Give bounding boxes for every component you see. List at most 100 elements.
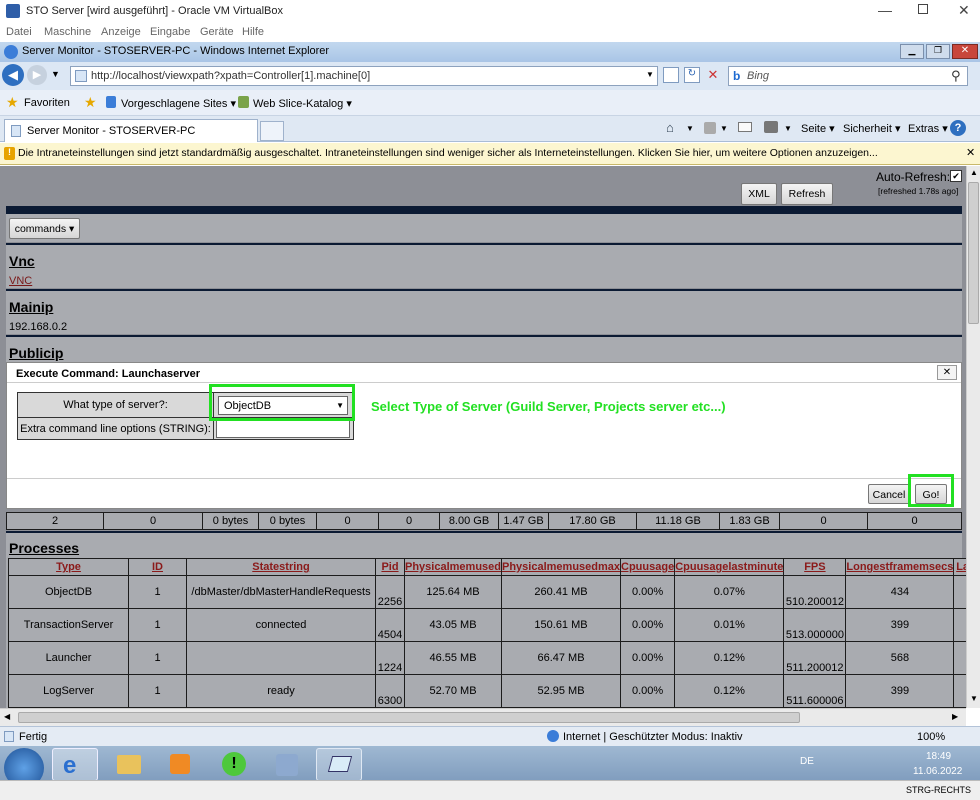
infobar-close-icon[interactable]: ✕	[966, 146, 975, 159]
feeds-dropdown-icon[interactable]: ▼	[720, 124, 728, 133]
processes-table: Type ID Statestring Pid Physicalmemused …	[8, 558, 966, 708]
cell-physicalmemusedmax: 150.61 MB	[500, 608, 622, 642]
menu-eingabe[interactable]: Eingabe	[150, 26, 190, 38]
commands-button[interactable]: commands ▾	[9, 218, 80, 239]
vertical-scroll-thumb[interactable]	[968, 182, 979, 324]
address-field[interactable]: http://localhost/viewxpath?xpath=Control…	[70, 66, 658, 86]
cancel-button[interactable]: Cancel	[868, 484, 910, 504]
summary-cell: 0	[316, 512, 379, 530]
ie-restore-button[interactable]: ❐	[926, 44, 950, 59]
horizontal-scroll-thumb[interactable]	[18, 712, 800, 723]
internet-zone-icon	[547, 730, 559, 742]
mail-icon[interactable]	[738, 122, 752, 132]
home-icon[interactable]: ⌂	[666, 120, 674, 135]
print-dropdown-icon[interactable]: ▼	[784, 124, 792, 133]
col-fps[interactable]: FPS	[783, 558, 847, 576]
information-bar[interactable]: ! Die Intraneteinstellungen sind jetzt s…	[0, 143, 980, 165]
print-icon[interactable]	[764, 121, 778, 133]
virtualbox-icon	[327, 756, 353, 772]
cell-cpuusagelastminute: 0.01%	[674, 608, 785, 642]
address-text: http://localhost/viewxpath?xpath=Control…	[91, 70, 371, 82]
cell-id: 1	[128, 575, 187, 609]
zoom-level[interactable]: 100%	[917, 731, 945, 743]
language-indicator[interactable]: DE	[800, 756, 814, 767]
menu-seite[interactable]: Seite ▾	[801, 122, 835, 135]
col-cpuusage[interactable]: Cpuusage	[620, 558, 676, 576]
clock-time[interactable]: 18:49	[926, 751, 951, 762]
dialog-close-button[interactable]: ✕	[937, 365, 957, 380]
media-icon	[170, 754, 190, 774]
scroll-up-icon[interactable]: ▲	[970, 168, 978, 177]
cell-physicalmemused: 43.05 MB	[404, 608, 502, 642]
suggested-sites-link[interactable]: Vorgeschlagene Sites ▾	[121, 97, 236, 110]
ie-minimize-button[interactable]: ▁	[900, 44, 924, 59]
col-physicalmemused[interactable]: Physicalmemused	[404, 558, 502, 576]
menu-sicherheit[interactable]: Sicherheit ▾	[843, 122, 901, 135]
feeds-icon[interactable]	[704, 122, 716, 134]
summary-table: 2 0 0 bytes 0 bytes 0 0 8.00 GB 1.47 GB …	[6, 512, 962, 530]
vbox-menu-bar: Datei Maschine Anzeige Eingabe Geräte Hi…	[0, 24, 980, 42]
vnc-link[interactable]: VNC	[9, 275, 32, 287]
search-icon[interactable]: ⚲	[951, 68, 961, 84]
page-icon	[75, 70, 87, 82]
cell-id: 1	[128, 674, 187, 708]
back-icon[interactable]: ◀	[2, 64, 24, 86]
stop-icon[interactable]: ✕	[705, 67, 721, 83]
web-slice-icon	[238, 96, 249, 108]
extra-options-input[interactable]	[216, 419, 350, 438]
compat-view-icon[interactable]	[663, 67, 679, 83]
menu-geraete[interactable]: Geräte	[200, 26, 234, 38]
refresh-button[interactable]: Refresh	[781, 183, 833, 205]
maximize-icon[interactable]	[918, 4, 928, 14]
minimize-icon[interactable]: —	[878, 2, 892, 18]
summary-cell: 8.00 GB	[439, 512, 499, 530]
col-id[interactable]: ID	[128, 558, 187, 576]
auto-refresh-checkbox[interactable]: ✔	[950, 170, 962, 182]
menu-maschine[interactable]: Maschine	[44, 26, 91, 38]
processes-heading: Processes	[9, 540, 80, 556]
col-cpuusagelastminute[interactable]: Cpuusagelastminute	[674, 558, 785, 576]
col-statestring[interactable]: Statestring	[186, 558, 376, 576]
cell-fps: 510.200012	[783, 575, 847, 609]
address-dropdown-icon[interactable]: ▼	[646, 70, 654, 79]
col-type[interactable]: Type	[8, 558, 129, 576]
xml-button[interactable]: XML	[741, 183, 777, 205]
scroll-right-icon[interactable]: ▶	[952, 712, 958, 721]
cell-cpuusage: 0.00%	[620, 641, 676, 675]
add-favorite-icon[interactable]: ★	[84, 94, 97, 111]
cell-cpuusagelastminute: 0.07%	[674, 575, 785, 609]
forward-icon[interactable]: ▶	[27, 65, 47, 85]
col-pid[interactable]: Pid	[375, 558, 405, 576]
help-icon[interactable]: ?	[950, 120, 966, 136]
search-field[interactable]: b Bing ⚲	[728, 66, 968, 86]
home-dropdown-icon[interactable]: ▼	[686, 124, 694, 133]
menu-anzeige[interactable]: Anzeige	[101, 26, 141, 38]
menu-extras[interactable]: Extras ▾	[908, 122, 948, 135]
web-slice-link[interactable]: Web Slice-Katalog ▾	[253, 97, 352, 110]
warning-icon: !	[222, 752, 246, 776]
col-last[interactable]: Las	[953, 558, 966, 576]
menu-hilfe[interactable]: Hilfe	[242, 26, 264, 38]
scroll-left-icon[interactable]: ◀	[4, 712, 10, 721]
tab-server-monitor[interactable]: Server Monitor - STOSERVER-PC	[4, 119, 258, 142]
cell-cpuusage: 0.00%	[620, 674, 676, 708]
history-dropdown-icon[interactable]: ▼	[51, 69, 60, 79]
new-tab-button[interactable]	[260, 121, 284, 141]
refreshed-status: [refreshed 1.78s ago]	[878, 186, 959, 196]
vertical-scrollbar[interactable]: ▲ ▼	[966, 166, 980, 708]
cell-physicalmemusedmax: 66.47 MB	[500, 641, 622, 675]
cell-longestframemsecs: 568	[845, 641, 955, 675]
col-longestframemsecs[interactable]: Longestframemsecs	[845, 558, 955, 576]
favorites-button[interactable]: Favoriten	[24, 97, 70, 109]
close-icon[interactable]: ✕	[958, 2, 970, 19]
col-physicalmemusedmax[interactable]: Physicalmemusedmax	[500, 558, 622, 576]
horizontal-scrollbar[interactable]: ◀ ▶	[0, 708, 966, 726]
menu-datei[interactable]: Datei	[6, 26, 32, 38]
clock-date[interactable]: 11.06.2022	[913, 766, 962, 777]
cell-last	[953, 608, 966, 642]
ie-icon	[4, 45, 18, 59]
cell-physicalmemused: 52.70 MB	[404, 674, 502, 708]
reload-icon[interactable]: ↻	[684, 67, 700, 83]
scroll-down-icon[interactable]: ▼	[970, 694, 978, 703]
ie-close-button[interactable]: ✕	[952, 44, 978, 59]
